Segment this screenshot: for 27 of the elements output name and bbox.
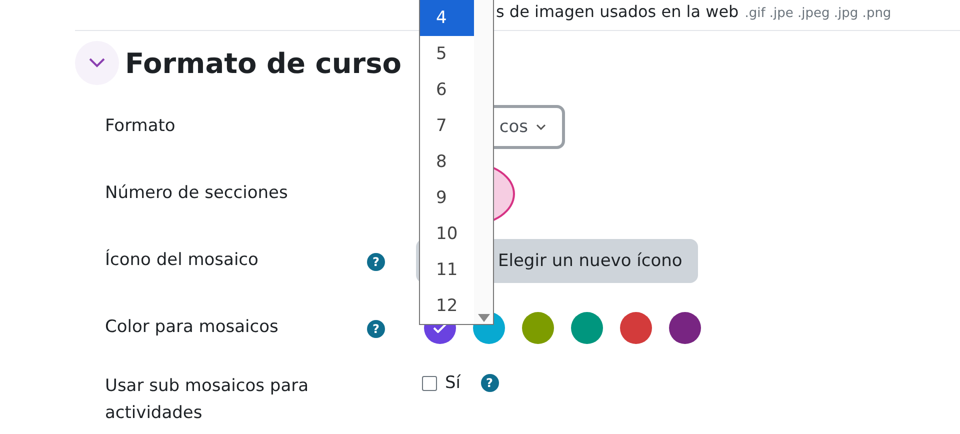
section-title: Formato de curso <box>125 46 402 80</box>
help-icon[interactable]: ? <box>367 320 385 338</box>
help-icon[interactable]: ? <box>367 252 385 270</box>
dropdown-option[interactable]: 6 <box>420 72 474 108</box>
option-label: Sí <box>445 373 461 393</box>
dropdown-option[interactable]: 9 <box>420 180 474 216</box>
field-label: Color para mosaicos <box>105 316 280 339</box>
checkbox[interactable] <box>422 376 437 390</box>
scroll-down-icon[interactable] <box>478 314 490 322</box>
dropdown-option[interactable]: 4 <box>420 0 474 36</box>
dropdown-option[interactable]: 12 <box>420 288 474 324</box>
color-swatch[interactable] <box>620 312 652 344</box>
field-label: Ícono del mosaico <box>105 248 260 272</box>
dropdown-option[interactable]: 5 <box>420 36 474 72</box>
note-text: s de imagen usados en la web <box>496 2 739 21</box>
caret-icon <box>536 124 546 130</box>
field-label: Número de secciones <box>105 182 289 205</box>
color-swatch[interactable] <box>669 312 701 344</box>
color-swatch[interactable] <box>571 312 603 344</box>
dropdown-option[interactable]: 7 <box>420 108 474 144</box>
chevron-icon <box>89 58 105 68</box>
color-swatch[interactable] <box>522 312 554 344</box>
field-label: Usar sub mosaicos para actividades <box>105 375 310 425</box>
dropdown-option[interactable]: 8 <box>420 144 474 180</box>
help-icon[interactable]: ? <box>480 374 499 392</box>
extensions-text: .gif .jpe .jpeg .jpg .png <box>744 6 892 21</box>
field-label: Formato <box>105 115 176 138</box>
